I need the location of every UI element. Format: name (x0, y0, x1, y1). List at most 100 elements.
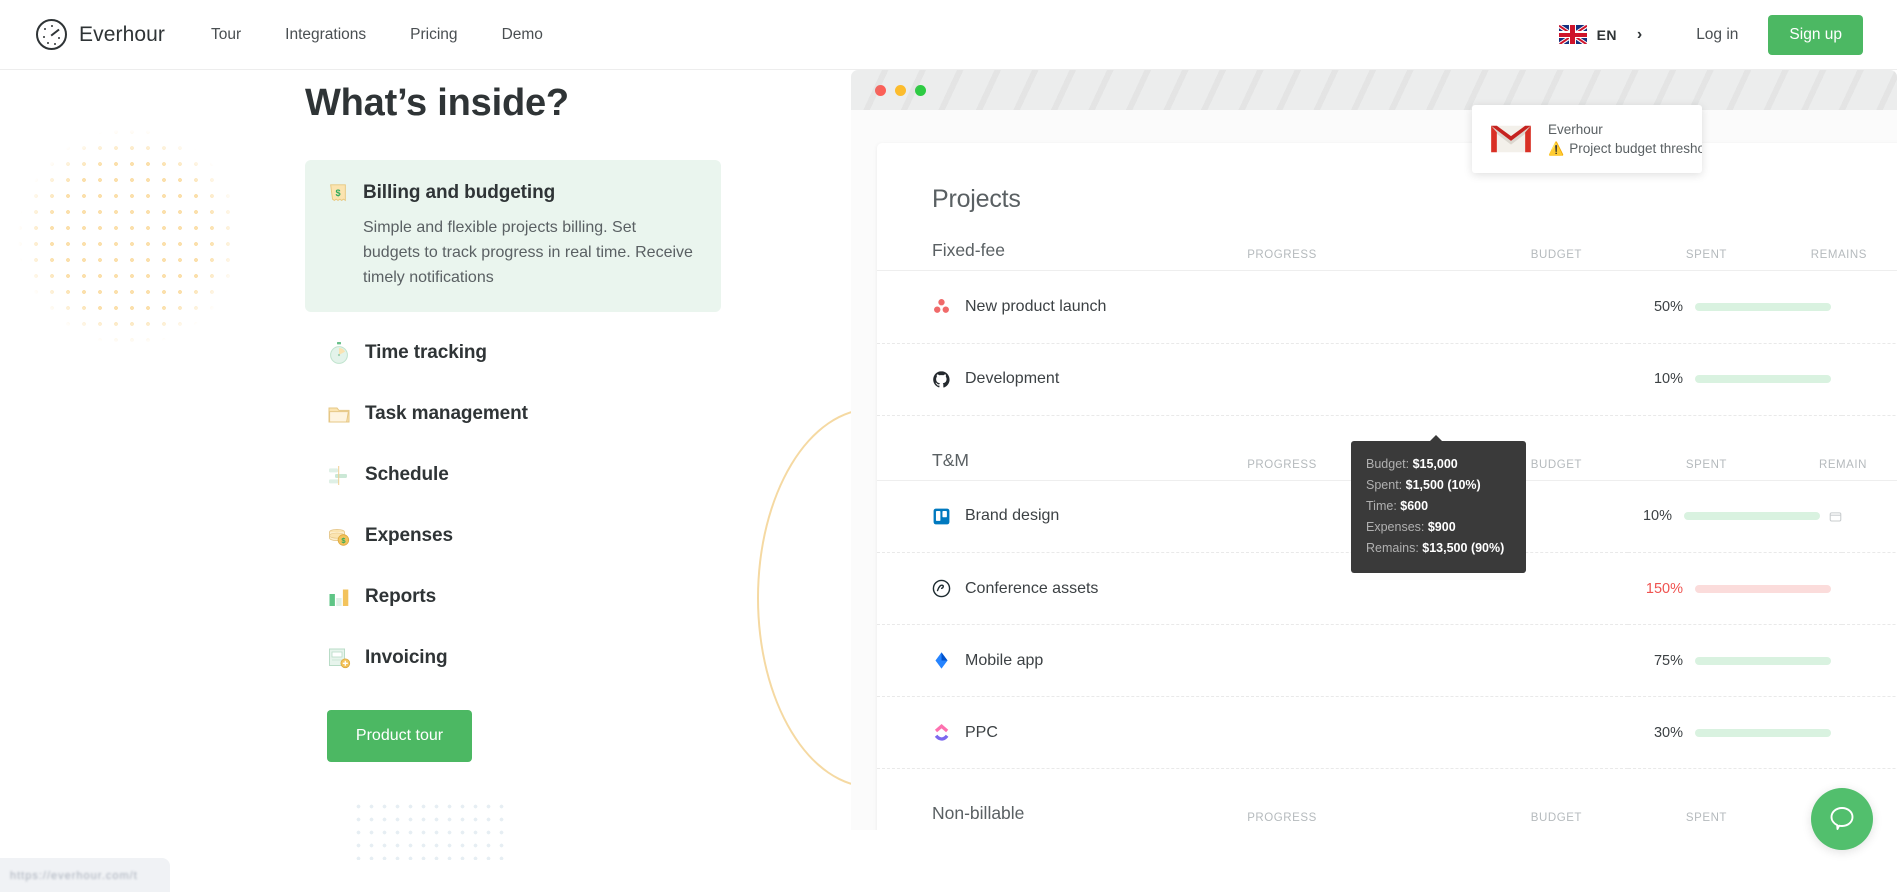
brand-logo-link[interactable]: Everhour (36, 19, 165, 50)
tooltip-value: $15,000 (1412, 457, 1458, 471)
progress-bar (1695, 375, 1831, 383)
progress-percent: 10% (1653, 371, 1683, 387)
everhour-logo-icon (36, 19, 67, 50)
column-header-remains: REMAINS (1810, 249, 1867, 261)
chat-bubble-icon (1830, 807, 1854, 830)
tooltip-line-budget: Budget: $15,000 (1366, 454, 1511, 475)
project-name: Brand design (965, 507, 1060, 525)
progress-percent: 30% (1653, 724, 1683, 741)
feature-description: Simple and flexible projects billing. Se… (363, 219, 693, 287)
projects-title: Projects (932, 185, 1021, 213)
window-titlebar (851, 70, 1897, 110)
svg-text:$: $ (335, 188, 340, 198)
column-header-progress: PROGRESS (1247, 812, 1317, 824)
group-name: Non-billable (932, 803, 1025, 823)
tooltip-label: Remains: (1366, 541, 1419, 555)
feature-item-time-tracking[interactable]: Time tracking (305, 322, 725, 383)
progress-bar (1695, 728, 1831, 737)
feature-label: Schedule (365, 463, 449, 485)
tooltip-label: Budget: (1366, 457, 1410, 471)
table-row[interactable]: New product launch 50% $25,000 $12,500 $… (877, 271, 1897, 344)
column-header-budget: BUDGET (1530, 249, 1582, 261)
browser-status-bar: https://everhour.com/t (0, 858, 170, 892)
page-title: What’s inside? (305, 82, 569, 124)
clickup-icon (934, 724, 949, 741)
status-bar-text: https://everhour.com/t (10, 870, 138, 882)
main-nav: Tour Integrations Pricing Demo (211, 26, 587, 44)
progress-percent: 75% (1653, 652, 1683, 669)
tooltip-line-spent: Spent: $1,500 (10%) (1366, 475, 1511, 496)
column-header-members: MEMBERS (1867, 459, 1897, 471)
invoice-icon (329, 648, 351, 668)
group-name: T&M (932, 449, 969, 470)
table-row[interactable]: Development 10% $5,000 $500 $4,500 (877, 343, 1897, 416)
feature-label: Invoicing (365, 646, 448, 668)
jira-icon (935, 652, 948, 669)
tooltip-value: $1,500 (10%) (1405, 478, 1481, 492)
column-header-progress: PROGRESS (1247, 249, 1317, 261)
nav-item-tour[interactable]: Tour (211, 26, 241, 44)
column-header-spent: SPENT (1685, 812, 1727, 824)
feature-item-reports[interactable]: Reports (305, 566, 725, 627)
feature-label: Task management (365, 402, 528, 424)
project-name: Conference assets (965, 579, 1099, 597)
feature-item-task-management[interactable]: Task management (305, 383, 725, 444)
nav-item-demo[interactable]: Demo (502, 26, 543, 44)
tooltip-value: $600 (1400, 499, 1429, 513)
feature-title: Billing and budgeting (363, 182, 556, 203)
column-header-remain: REMAIN (1818, 458, 1867, 471)
column-header-spent: SPENT (1685, 249, 1727, 261)
project-name: Development (965, 370, 1060, 387)
nav-item-pricing[interactable]: Pricing (410, 26, 457, 44)
progress-bar (1695, 656, 1831, 665)
warning-icon: ⚠️ (1548, 140, 1565, 156)
gmail-notification[interactable]: Everhour ⚠️ Project budget thresho (1472, 105, 1702, 173)
decorative-dot-pattern-bottom (352, 800, 512, 860)
feature-list: Time tracking Task management Schedule $… (305, 322, 725, 688)
column-header-members: MEMBERS (1867, 249, 1897, 261)
decorative-dot-pattern-left (0, 92, 280, 382)
budget-tooltip: Budget: $15,000 Spent: $1,500 (10%) Time… (1351, 435, 1526, 573)
progress-bar (1684, 512, 1820, 521)
feature-label: Time tracking (365, 341, 487, 363)
chevron-right-icon: › (1636, 25, 1643, 43)
tooltip-value: $13,500 (90%) (1422, 541, 1505, 555)
product-tour-button[interactable]: Product tour (327, 710, 472, 763)
project-name: New product launch (965, 297, 1107, 315)
column-header-spent: SPENT (1685, 458, 1727, 471)
group-header-non-billable: Non-billable PROGRESS BUDGET SPENT REMAI… (877, 769, 1897, 831)
window-close-dot[interactable] (875, 84, 886, 96)
notification-message: Project budget thresho (1569, 141, 1702, 156)
feature-card-billing[interactable]: $ Billing and budgeting Simple and flexi… (305, 160, 721, 313)
table-row[interactable]: PPC 30% 80h 24h 56h (877, 696, 1897, 769)
signup-button[interactable]: Sign up (1768, 14, 1863, 55)
features-column: What’s inside? $ Billing and budgeting S… (305, 70, 725, 763)
feature-item-invoicing[interactable]: Invoicing (305, 627, 725, 688)
tooltip-value: $900 (1427, 520, 1456, 534)
gmail-icon (1491, 125, 1531, 153)
feature-item-schedule[interactable]: Schedule (305, 444, 725, 505)
folder-icon (328, 407, 350, 423)
site-header: Everhour Tour Integrations Pricing Demo … (0, 0, 1897, 70)
project-name: Mobile app (965, 651, 1044, 669)
progress-percent: 150% (1645, 580, 1683, 597)
budget-lock-icon[interactable] (1829, 510, 1842, 523)
brand-name: Everhour (79, 22, 166, 46)
bar-chart-icon (329, 589, 349, 606)
help-chat-button[interactable] (1811, 788, 1873, 850)
progress-percent: 10% (1642, 508, 1672, 525)
tooltip-line-expenses: Expenses: $900 (1366, 517, 1511, 538)
login-link[interactable]: Log in (1696, 26, 1738, 44)
tooltip-line-time: Time: $600 (1366, 496, 1511, 517)
language-switcher[interactable]: EN › (1558, 25, 1643, 44)
tooltip-label: Spent: (1366, 478, 1403, 492)
table-row[interactable]: Mobile app 75% 100h/week 25h (877, 624, 1897, 697)
nav-item-integrations[interactable]: Integrations (285, 26, 366, 44)
github-icon (933, 370, 950, 388)
progress-bar (1695, 302, 1831, 311)
tooltip-line-remains: Remains: $13,500 (90%) (1366, 538, 1511, 559)
basecamp-icon (932, 579, 951, 598)
window-minimize-dot[interactable] (895, 84, 906, 96)
window-maximize-dot[interactable] (915, 84, 926, 96)
feature-item-expenses[interactable]: $ Expenses (305, 505, 725, 566)
